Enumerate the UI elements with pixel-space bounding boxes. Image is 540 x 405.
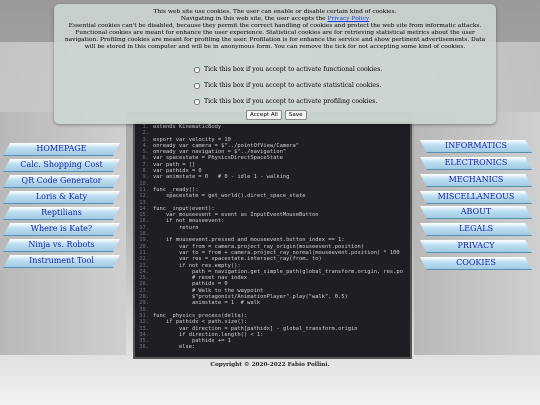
- cookie-description: Essential cookies can't be disabled, bec…: [64, 23, 486, 51]
- code-text: extends KinematicBody: [153, 124, 222, 130]
- functional-cookies-checkbox[interactable]: [194, 67, 200, 73]
- cookie-buttons: Accept All Save: [246, 110, 307, 120]
- cookie-policy-line: Navigating in this web site, the user ac…: [60, 16, 490, 23]
- code-line: 36. else:: [135, 344, 410, 350]
- code-text: return: [153, 224, 199, 231]
- statistical-cookies-label: Tick this box if you accept to activate …: [204, 82, 382, 90]
- nav-cookies[interactable]: COOKIES: [420, 257, 532, 270]
- profiling-cookies-label: Tick this box if you accept to activate …: [204, 98, 378, 106]
- save-button[interactable]: Save: [284, 110, 307, 120]
- nav-miscellaneous[interactable]: MISCELLANEOUS: [420, 191, 532, 204]
- cookie-policy-text: Navigating in this web site, the user ac…: [180, 16, 328, 23]
- statistical-cookies-option[interactable]: Tick this box if you accept to activate …: [194, 78, 382, 94]
- nav-mechanics[interactable]: MECHANICS: [420, 174, 532, 187]
- cookie-options: Tick this box if you accept to activate …: [194, 62, 382, 110]
- functional-cookies-label: Tick this box if you accept to activate …: [204, 66, 383, 74]
- right-nav-info: ABOUT LEGALS PRIVACY COOKIES: [420, 206, 532, 270]
- left-nav: HOMEPAGE Calc. Shopping Cost QR Code Gen…: [3, 143, 120, 268]
- nav-where-is-kate[interactable]: Where is Kate?: [3, 223, 120, 236]
- code-text: var animstate = 0 # 0 - idle 1 - walking: [153, 174, 290, 181]
- code-panel: 1. extends KinematicBody 2. 3. export var ve…: [133, 122, 412, 359]
- accept-all-button[interactable]: Accept All: [246, 110, 282, 120]
- nav-calc-shopping-cost[interactable]: Calc. Shopping Cost: [3, 159, 120, 172]
- cookie-text: This web site use cookies. The user can …: [54, 4, 496, 52]
- code-text: spacestate = get_world().direct_space_st…: [153, 193, 306, 200]
- cookie-intro: This web site use cookies. The user can …: [153, 9, 397, 15]
- copyright: Copyright © 2020-2022 Fabio Pollini.: [210, 362, 330, 368]
- nav-reptilians[interactable]: Reptilians: [3, 207, 120, 220]
- nav-legals[interactable]: LEGALS: [420, 223, 532, 236]
- privacy-policy-link[interactable]: Privacy Policy: [328, 16, 370, 22]
- right-nav-categories: INFORMATICS ELECTRONICS MECHANICS MISCEL…: [420, 140, 532, 204]
- nav-informatics[interactable]: INFORMATICS: [420, 140, 532, 153]
- nav-about[interactable]: ABOUT: [420, 206, 532, 219]
- profiling-cookies-option[interactable]: Tick this box if you accept to activate …: [194, 94, 382, 110]
- code-text: animstate = 1 # walk: [153, 300, 261, 307]
- statistical-cookies-checkbox[interactable]: [194, 83, 200, 89]
- line-number: 36.: [139, 344, 149, 351]
- cookie-banner: This web site use cookies. The user can …: [54, 4, 496, 124]
- nav-loris-katy[interactable]: Loris & Katy: [3, 191, 120, 204]
- nav-ninja-vs-robots[interactable]: Ninja vs. Robots: [3, 239, 120, 252]
- nav-instrument-tool[interactable]: Instrument Tool: [3, 255, 120, 268]
- functional-cookies-option[interactable]: Tick this box if you accept to activate …: [194, 62, 382, 78]
- code-text: else:: [153, 344, 196, 351]
- nav-electronics[interactable]: ELECTRONICS: [420, 157, 532, 170]
- nav-qr-code-generator[interactable]: QR Code Generator: [3, 175, 120, 188]
- profiling-cookies-checkbox[interactable]: [194, 99, 200, 105]
- nav-privacy[interactable]: PRIVACY: [420, 240, 532, 253]
- nav-homepage[interactable]: HOMEPAGE: [3, 143, 120, 156]
